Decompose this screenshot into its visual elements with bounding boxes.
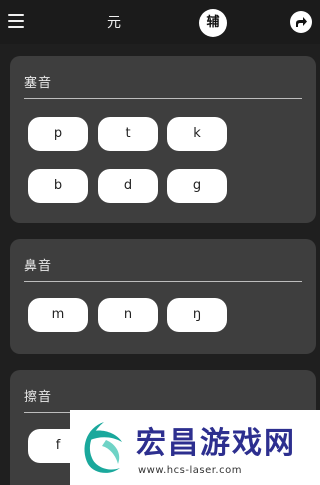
- tab-consonants[interactable]: 辅: [199, 9, 227, 37]
- key-k[interactable]: k: [167, 117, 227, 151]
- key-d[interactable]: d: [98, 169, 158, 203]
- key-m[interactable]: m: [28, 298, 88, 332]
- section-title: 塞音: [24, 76, 53, 91]
- key-p[interactable]: p: [28, 117, 88, 151]
- watermark-url: www.hcs-laser.com: [138, 465, 242, 476]
- nasals-card: 鼻音 m n ŋ: [10, 239, 316, 354]
- section-title: 鼻音: [24, 259, 53, 274]
- tab-vowels[interactable]: 元: [103, 12, 125, 34]
- top-bar: 元 辅: [0, 0, 320, 44]
- watermark: 宏昌游戏网 www.hcs-laser.com: [70, 410, 320, 485]
- key-eng[interactable]: ŋ: [167, 298, 227, 332]
- watermark-title: 宏昌游戏网: [136, 426, 296, 461]
- section-title: 擦音: [24, 390, 53, 405]
- menu-icon[interactable]: [8, 14, 24, 28]
- key-g[interactable]: g: [167, 169, 227, 203]
- divider: [24, 98, 302, 99]
- logo-icon: [84, 422, 122, 473]
- share-icon[interactable]: [290, 11, 312, 33]
- divider: [24, 281, 302, 282]
- key-b[interactable]: b: [28, 169, 88, 203]
- key-t[interactable]: t: [98, 117, 158, 151]
- key-n[interactable]: n: [98, 298, 158, 332]
- plosives-card: 塞音 p t k b d g: [10, 56, 316, 223]
